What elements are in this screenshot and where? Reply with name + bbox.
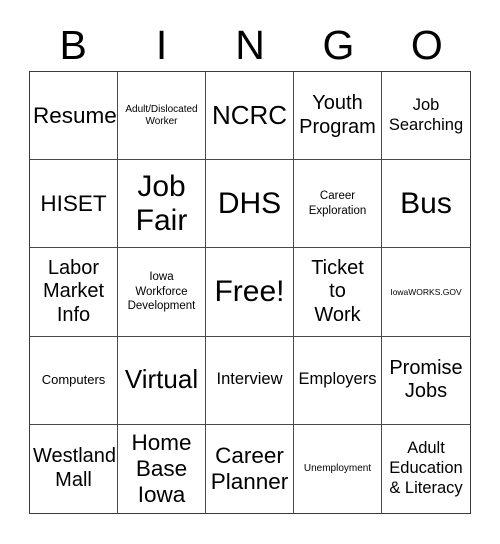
bingo-header-letter-n: N	[235, 22, 265, 68]
bingo-cell-label: Bus	[400, 186, 452, 220]
bingo-header-letter-g: G	[322, 22, 355, 68]
bingo-cell-label: Unemployment	[303, 462, 372, 474]
bingo-cell-r4c3[interactable]: Interview	[206, 336, 294, 425]
bingo-cell-label: Home Base Iowa	[131, 429, 192, 507]
bingo-cell-label: Promise Jobs	[389, 356, 463, 403]
bingo-cell-r2c5[interactable]: Bus	[382, 160, 470, 249]
bingo-cell-label: Job Searching	[388, 95, 464, 134]
bingo-cell-r4c2[interactable]: Virtual	[118, 336, 206, 425]
bingo-cell-label: Career Planner	[210, 442, 289, 494]
bingo-header-letter-b: B	[59, 22, 87, 68]
bingo-cell-r5c5[interactable]: Adult Education & Literacy	[382, 424, 470, 513]
bingo-cell-label: Job Fair	[135, 170, 188, 237]
bingo-cell-label: Virtual	[124, 364, 199, 395]
bingo-cell-label: IowaWORKS.GOV	[390, 286, 462, 297]
bingo-cell-r5c3[interactable]: Career Planner	[206, 424, 294, 513]
bingo-cell-r3c4[interactable]: Ticket to Work	[294, 248, 382, 337]
bingo-cell-label: Free!	[214, 275, 285, 309]
bingo-cell-r4c4[interactable]: Employers	[294, 336, 382, 425]
bingo-header-letter-i: I	[155, 22, 168, 68]
bingo-cell-label: Career Exploration	[308, 190, 367, 217]
bingo-cell-label: Employers	[298, 370, 377, 389]
bingo-cell-label: Westland Mall	[33, 445, 117, 491]
bingo-cell-label: Resume	[33, 102, 117, 128]
bingo-cell-label: HISET	[40, 190, 107, 216]
bingo-cell-r5c1[interactable]: Westland Mall	[30, 424, 118, 513]
bingo-cell-label: NCRC	[211, 99, 288, 130]
bingo-card: B I N G O Resume Adult/Dislocated Worker NCRC Y…	[0, 0, 500, 544]
bingo-cell-r1c3[interactable]: NCRC	[206, 72, 294, 161]
bingo-cell-label: Labor Market Info	[42, 256, 105, 326]
bingo-cell-label: Computers	[41, 372, 106, 388]
bingo-cell-r3c5[interactable]: IowaWORKS.GOV	[382, 248, 470, 337]
bingo-header: BINGO	[29, 8, 471, 68]
bingo-cell-r2c1[interactable]: HISET	[30, 160, 118, 249]
bingo-cell-label: Iowa Workforce Development	[127, 271, 196, 313]
bingo-cell-r2c3[interactable]: DHS	[206, 160, 294, 249]
bingo-cell-label: DHS	[217, 186, 282, 220]
bingo-cell-r1c4[interactable]: Youth Program	[294, 72, 382, 161]
bingo-cell-label: Adult Education & Literacy	[389, 439, 463, 497]
bingo-cell-r2c4[interactable]: Career Exploration	[294, 160, 382, 249]
bingo-cell-label: Youth Program	[299, 92, 376, 138]
bingo-header-letter-o: O	[410, 22, 443, 68]
bingo-cell-label: Ticket to Work	[311, 256, 364, 326]
bingo-cell-r1c1[interactable]: Resume	[30, 72, 118, 161]
bingo-cell-r4c1[interactable]: Computers	[30, 336, 118, 425]
bingo-cell-r3c2[interactable]: Iowa Workforce Development	[118, 248, 206, 337]
bingo-cell-r4c5[interactable]: Promise Jobs	[382, 336, 470, 425]
bingo-grid: Resume Adult/Dislocated Worker NCRC Youth P…	[29, 71, 471, 514]
bingo-cell-r3c1[interactable]: Labor Market Info	[30, 248, 118, 337]
bingo-cell-r5c4[interactable]: Unemployment	[294, 424, 382, 513]
bingo-cell-r1c5[interactable]: Job Searching	[382, 72, 470, 161]
bingo-cell-r2c2[interactable]: Job Fair	[118, 160, 206, 249]
bingo-cell-r3c3[interactable]: Free!	[206, 248, 294, 337]
bingo-cell-label: Interview	[216, 370, 283, 389]
bingo-cell-label: Adult/Dislocated Worker	[125, 103, 198, 127]
bingo-cell-r1c2[interactable]: Adult/Dislocated Worker	[118, 72, 206, 161]
bingo-cell-r5c2[interactable]: Home Base Iowa	[118, 424, 206, 513]
